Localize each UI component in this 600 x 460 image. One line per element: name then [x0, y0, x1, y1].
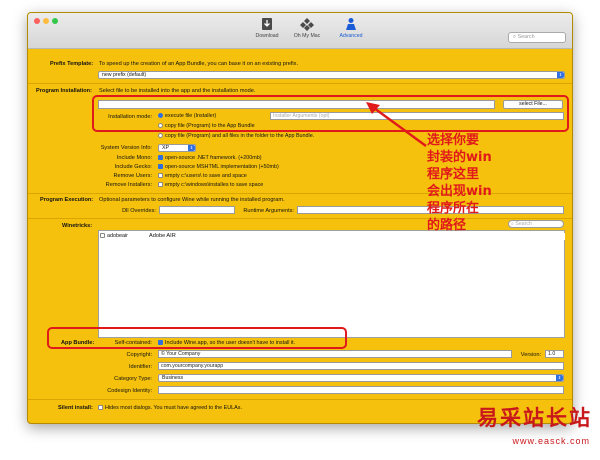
include-gecko-checkbox[interactable]: open-source MSHTML implementation (+50mb…	[158, 164, 279, 170]
system-version-value: XP	[162, 145, 169, 151]
checkbox-unchecked[interactable]	[100, 233, 105, 239]
version-label: Version:	[520, 352, 541, 358]
winetrick-name: adobeair	[107, 233, 128, 239]
checkbox-checked[interactable]	[158, 155, 163, 161]
remove-users-label: Remove Users:	[113, 173, 152, 179]
advanced-person-icon	[346, 18, 356, 30]
dll-overrides-label: Dll Overrides:	[122, 208, 156, 214]
winetricks-search-placeholder: Search	[515, 221, 532, 227]
zoom-window-button[interactable]	[52, 18, 58, 24]
prefix-template-value: new prefix (default)	[102, 72, 147, 78]
annotation-line: 的路径	[427, 218, 467, 233]
toolbar-advanced-label: Advanced	[339, 33, 363, 39]
toolbar: Download Oh My Mac Advanced ⌕ Search	[28, 13, 572, 49]
select-arrow-icon: ⇕	[557, 72, 564, 78]
prefix-template-select[interactable]: new prefix (default) ⇕	[98, 71, 565, 79]
codesign-identity-field[interactable]	[158, 386, 564, 394]
include-mono-label: Include Mono:	[116, 155, 152, 161]
checkbox-checked[interactable]	[158, 164, 163, 170]
system-version-select[interactable]: XP ⇕	[158, 144, 196, 152]
system-version-label: System Version Info:	[100, 145, 152, 151]
toolbar-ohmymac-label: Oh My Mac	[293, 33, 321, 39]
copyright-label: Copyright:	[126, 352, 153, 358]
checkbox-unchecked[interactable]	[158, 182, 163, 188]
program-installation-label: Program Installation:	[36, 88, 92, 94]
watermark-title: 易采站长站	[477, 405, 592, 430]
annotation-line: 程序这里	[427, 167, 480, 182]
remove-installers-label: Remove Installers:	[105, 182, 152, 188]
identifier-label: Identifier:	[128, 364, 152, 370]
include-gecko-text: open-source MSHTML implementation (+50mb…	[165, 164, 279, 170]
winetrick-desc: Adobe AIR	[149, 233, 176, 239]
minimize-window-button[interactable]	[43, 18, 49, 24]
winetricks-search-input[interactable]: ⌕ Search	[508, 220, 564, 228]
divider	[28, 83, 572, 84]
category-type-select[interactable]: Business ⇕	[158, 374, 564, 382]
copyright-field[interactable]: © Your Company	[158, 350, 512, 358]
close-window-button[interactable]	[34, 18, 40, 24]
annotation-line: 程序所在	[427, 201, 480, 216]
include-gecko-label: Include Gecko:	[114, 164, 152, 170]
highlight-app-bundle-box	[47, 327, 347, 349]
winetricks-list[interactable]: adobeair Adobe AIR	[98, 230, 565, 338]
prefix-template-desc: To speed up the creation of an App Bundl…	[99, 61, 299, 67]
watermark-url: www.easck.com	[512, 436, 590, 446]
checkbox-unchecked[interactable]	[98, 405, 103, 411]
program-execution-label: Program Execution:	[40, 197, 94, 203]
toolbar-download-label: Download	[255, 33, 279, 39]
include-mono-checkbox[interactable]: open-source .NET framework. (+200mb)	[158, 155, 262, 161]
annotation-line: 选择你要	[427, 133, 480, 148]
annotation-arrow-icon	[366, 102, 427, 147]
highlight-installer-path-box	[92, 95, 569, 132]
program-execution-desc: Optional parameters to configure Wine wh…	[99, 197, 285, 203]
program-installation-desc: Select file to be installed into the app…	[99, 88, 256, 94]
mode-option-copy-folder[interactable]: copy file (Program) and all files in the…	[158, 133, 314, 139]
select-arrow-icon: ⇕	[556, 375, 563, 381]
toolbar-search-input[interactable]: ⌕ Search	[508, 32, 566, 43]
toolbar-ohmymac[interactable]: Oh My Mac	[287, 17, 327, 39]
runtime-arguments-label: Runtime Arguments:	[243, 208, 294, 214]
search-placeholder: Search	[517, 34, 535, 40]
toolbar-advanced[interactable]: Advanced	[331, 17, 371, 39]
category-type-value: Business	[162, 375, 184, 381]
select-arrow-icon: ⇕	[188, 145, 195, 151]
codesign-identity-label: Codesign Identity:	[107, 388, 152, 394]
remove-installers-checkbox[interactable]: empty c:\windows\installes to save space	[158, 182, 263, 188]
winetricks-label: Winetricks:	[62, 223, 93, 229]
version-field[interactable]: 1.0	[545, 350, 564, 358]
annotation-line: 封装的win	[427, 150, 492, 165]
download-icon	[262, 18, 272, 30]
remove-installers-text: empty c:\windows\installes to save space	[165, 182, 264, 188]
remove-users-checkbox[interactable]: empty c:\users\ to save and space	[158, 173, 247, 179]
checkbox-unchecked[interactable]	[158, 173, 163, 179]
radio-unselected[interactable]	[158, 133, 163, 139]
remove-users-text: empty c:\users\ to save and space	[165, 173, 247, 179]
silent-install-checkbox[interactable]: Hides most dialogs. You must have agreed…	[98, 405, 242, 411]
annotation-line: 会出现win	[427, 184, 492, 199]
annotation-text: 选择你要 封装的win 程序这里 会出现win 程序所在 的路径	[427, 132, 492, 234]
toolbar-download[interactable]: Download	[247, 17, 287, 39]
diamond-grid-icon	[300, 18, 314, 31]
prefix-template-label: Prefix Template:	[50, 61, 94, 67]
silent-install-text: Hides most dialogs. You must have agreed…	[105, 405, 242, 411]
mode-option-label: copy file (Program) and all files in the…	[165, 133, 315, 139]
divider	[28, 399, 572, 400]
dll-overrides-field[interactable]	[159, 206, 235, 214]
include-mono-text: open-source .NET framework. (+200mb)	[165, 155, 262, 161]
silent-install-label: Silent install:	[58, 405, 93, 411]
identifier-field[interactable]: com.yourcompany.yourapp	[158, 362, 564, 370]
category-type-label: Category Type:	[114, 376, 152, 382]
